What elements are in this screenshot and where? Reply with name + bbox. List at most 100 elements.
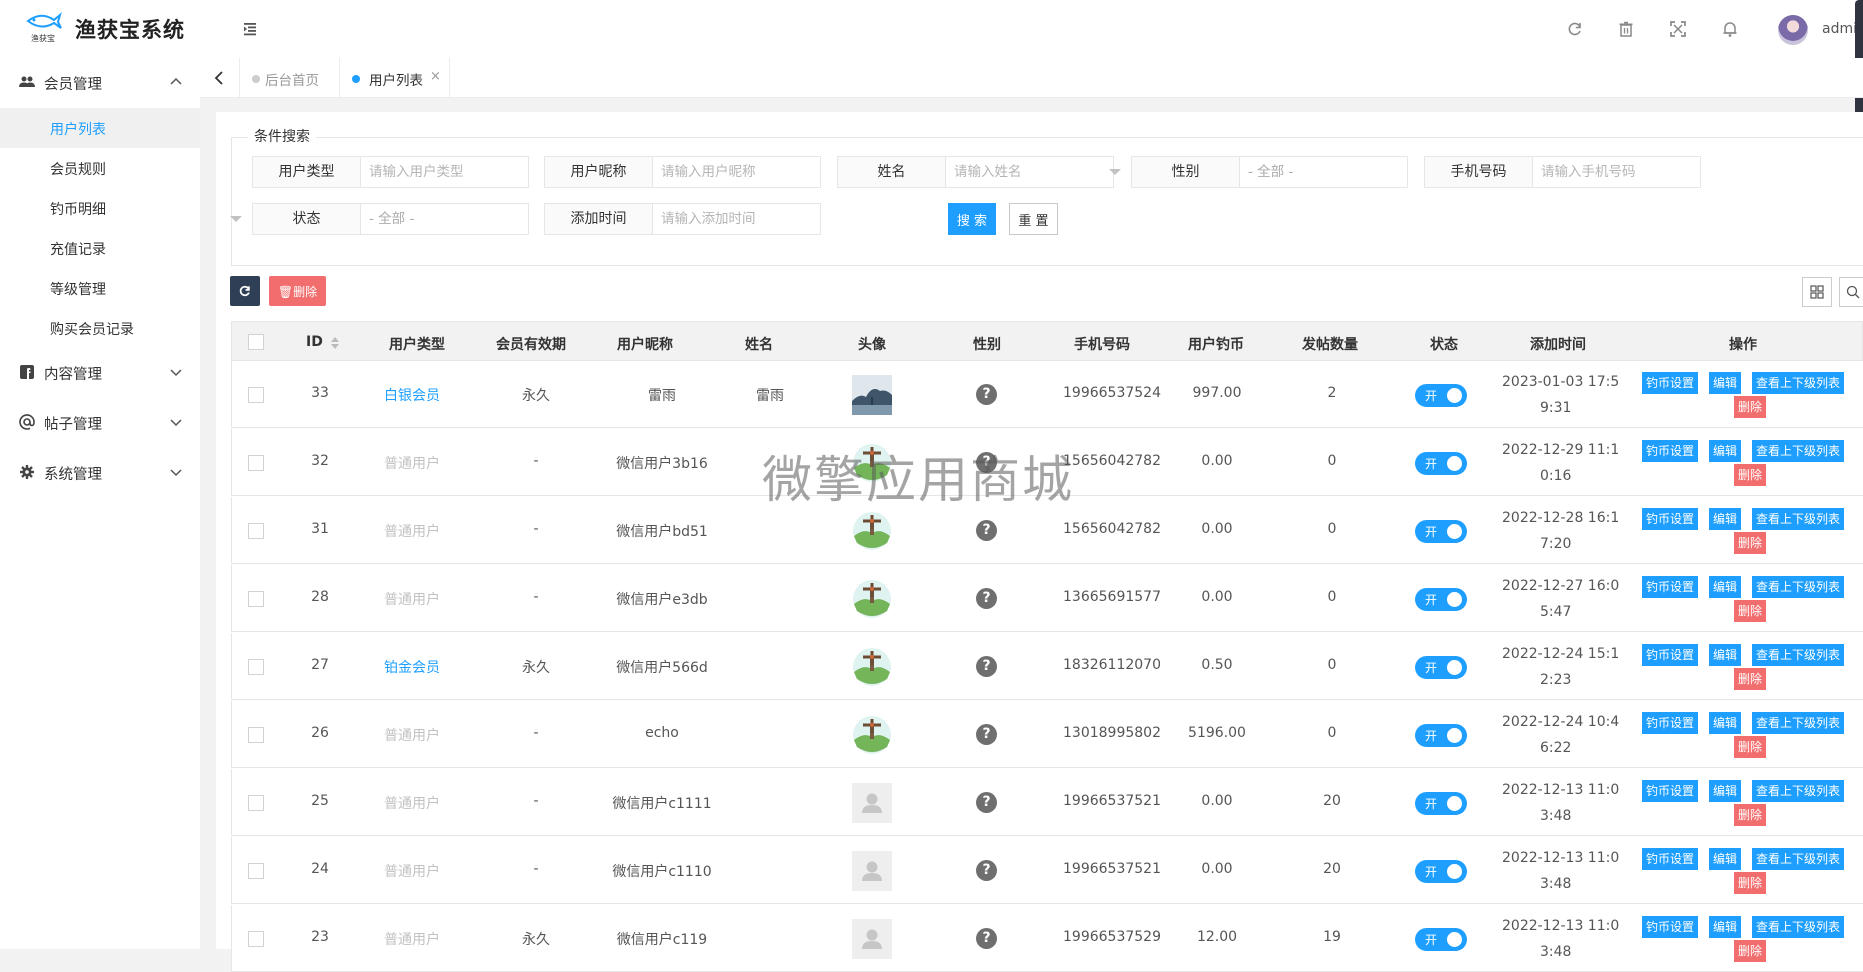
table-refresh-button[interactable] xyxy=(230,276,260,306)
sidebar-item-member-rules[interactable]: 会员规则 xyxy=(0,148,200,188)
view-hierarchy-button[interactable]: 查看上下级列表 xyxy=(1752,644,1845,666)
coin-settings-button[interactable]: 钓币设置 xyxy=(1642,372,1699,394)
view-hierarchy-button[interactable]: 查看上下级列表 xyxy=(1752,440,1845,462)
edit-button[interactable]: 编辑 xyxy=(1709,916,1742,938)
row-checkbox[interactable] xyxy=(248,387,264,403)
menu-group-label: 会员管理 xyxy=(44,77,102,93)
coin-settings-button[interactable]: 钓币设置 xyxy=(1642,780,1699,802)
tab-close-icon[interactable]: × xyxy=(430,69,441,84)
status-switch[interactable]: 开 xyxy=(1415,724,1467,747)
status-switch[interactable]: 开 xyxy=(1415,792,1467,815)
view-hierarchy-button[interactable]: 查看上下级列表 xyxy=(1752,508,1845,530)
delete-row-button[interactable]: 删除 xyxy=(1734,532,1767,554)
status-switch[interactable]: 开 xyxy=(1415,452,1467,475)
edit-button[interactable]: 编辑 xyxy=(1709,372,1742,394)
switch-knob xyxy=(1447,592,1462,607)
reset-button[interactable]: 重 置 xyxy=(1009,203,1058,235)
tab-back-button[interactable] xyxy=(200,58,240,98)
edit-button[interactable]: 编辑 xyxy=(1709,508,1742,530)
edit-button[interactable]: 编辑 xyxy=(1709,712,1742,734)
delete-row-button[interactable]: 删除 xyxy=(1734,872,1767,894)
sidebar-item-purchase-records[interactable]: 购买会员记录 xyxy=(0,308,200,348)
coin-settings-button[interactable]: 钓币设置 xyxy=(1642,576,1699,598)
sidebar-item-level[interactable]: 等级管理 xyxy=(0,268,200,308)
delete-row-button[interactable]: 删除 xyxy=(1734,600,1767,622)
phone-input[interactable] xyxy=(1532,156,1701,188)
search-button[interactable]: 搜 索 xyxy=(948,203,996,235)
table-row: 25 普通用户 - 微信用户c1111? 19966537521 0.00 20 开 2022-… xyxy=(231,769,1863,836)
status-select[interactable]: - 全部 - xyxy=(360,203,529,235)
row-checkbox[interactable] xyxy=(248,523,264,539)
table-search-button[interactable] xyxy=(1839,277,1863,307)
select-all-checkbox[interactable] xyxy=(248,334,264,350)
edit-button[interactable]: 编辑 xyxy=(1709,780,1742,802)
name-input[interactable] xyxy=(945,156,1114,188)
menu-group-content[interactable]: 内容管理 xyxy=(0,348,200,396)
sidebar-item-user-list[interactable]: 用户列表 xyxy=(0,108,200,148)
menu-group-member[interactable]: 会员管理 xyxy=(0,58,200,106)
user-avatar[interactable] xyxy=(1778,15,1808,45)
row-checkbox[interactable] xyxy=(248,863,264,879)
refresh-icon[interactable] xyxy=(1566,20,1584,38)
edit-button[interactable]: 编辑 xyxy=(1709,440,1742,462)
status-switch[interactable]: 开 xyxy=(1415,656,1467,679)
coin-settings-button[interactable]: 钓币设置 xyxy=(1642,916,1699,938)
status-switch[interactable]: 开 xyxy=(1415,520,1467,543)
delete-row-button[interactable]: 删除 xyxy=(1734,736,1767,758)
coin-settings-button[interactable]: 钓币设置 xyxy=(1642,712,1699,734)
tab-user-list[interactable]: 用户列表 × xyxy=(340,58,450,98)
view-hierarchy-button[interactable]: 查看上下级列表 xyxy=(1752,780,1845,802)
view-hierarchy-button[interactable]: 查看上下级列表 xyxy=(1752,848,1845,870)
cell-user-type[interactable]: 白银会员 xyxy=(352,385,472,405)
columns-filter-button[interactable] xyxy=(1802,277,1832,307)
coin-settings-button[interactable]: 钓币设置 xyxy=(1642,644,1699,666)
coin-settings-button[interactable]: 钓币设置 xyxy=(1642,848,1699,870)
add-time-input[interactable] xyxy=(652,203,821,235)
status-switch[interactable]: 开 xyxy=(1415,928,1467,951)
row-checkbox[interactable] xyxy=(248,659,264,675)
edit-button[interactable]: 编辑 xyxy=(1709,576,1742,598)
menu-group-label: 系统管理 xyxy=(44,467,102,483)
edit-button[interactable]: 编辑 xyxy=(1709,848,1742,870)
view-hierarchy-button[interactable]: 查看上下级列表 xyxy=(1752,372,1845,394)
th-nickname: 用户昵称 xyxy=(617,337,673,353)
status-switch[interactable]: 开 xyxy=(1415,860,1467,883)
nickname-input[interactable] xyxy=(652,156,821,188)
menu-group-system[interactable]: 系统管理 xyxy=(0,448,200,496)
row-checkbox[interactable] xyxy=(248,727,264,743)
coin-settings-button[interactable]: 钓币设置 xyxy=(1642,440,1699,462)
status-switch[interactable]: 开 xyxy=(1415,588,1467,611)
delete-row-button[interactable]: 删除 xyxy=(1734,940,1767,962)
row-checkbox[interactable] xyxy=(248,931,264,947)
menu-fold-icon[interactable] xyxy=(241,20,259,38)
user-type-input[interactable] xyxy=(360,156,529,188)
row-checkbox[interactable] xyxy=(248,455,264,471)
sidebar-item-coin-details[interactable]: 钓币明细 xyxy=(0,188,200,228)
row-checkbox[interactable] xyxy=(248,591,264,607)
fullscreen-icon[interactable] xyxy=(1669,20,1687,38)
edit-button[interactable]: 编辑 xyxy=(1709,644,1742,666)
coin-settings-button[interactable]: 钓币设置 xyxy=(1642,508,1699,530)
delete-row-button[interactable]: 删除 xyxy=(1734,804,1767,826)
cell-user-type[interactable]: 铂金会员 xyxy=(352,657,472,677)
menu-group-posts[interactable]: 帖子管理 xyxy=(0,398,200,446)
delete-row-button[interactable]: 删除 xyxy=(1734,464,1767,486)
view-hierarchy-button[interactable]: 查看上下级列表 xyxy=(1752,916,1845,938)
trash-icon[interactable] xyxy=(1617,20,1635,38)
sidebar-item-recharge[interactable]: 充值记录 xyxy=(0,228,200,268)
view-hierarchy-button[interactable]: 查看上下级列表 xyxy=(1752,576,1845,598)
delete-row-button[interactable]: 删除 xyxy=(1734,668,1767,690)
row-checkbox[interactable] xyxy=(248,795,264,811)
th-id[interactable]: ID xyxy=(306,334,323,350)
bell-icon[interactable] xyxy=(1721,20,1739,38)
cell-date: 2022-12-28 16:1 xyxy=(1502,510,1620,526)
batch-delete-button[interactable]: 🗑删除 xyxy=(269,276,326,306)
delete-row-button[interactable]: 删除 xyxy=(1734,396,1767,418)
cell-nickname: 微信用户566d xyxy=(616,660,708,676)
view-hierarchy-button[interactable]: 查看上下级列表 xyxy=(1752,712,1845,734)
sort-icon[interactable] xyxy=(330,336,340,350)
cell-id: 23 xyxy=(311,929,329,945)
gender-select[interactable]: - 全部 - xyxy=(1239,156,1408,188)
status-switch[interactable]: 开 xyxy=(1415,384,1467,407)
tab-home[interactable]: 后台首页 xyxy=(240,58,340,98)
